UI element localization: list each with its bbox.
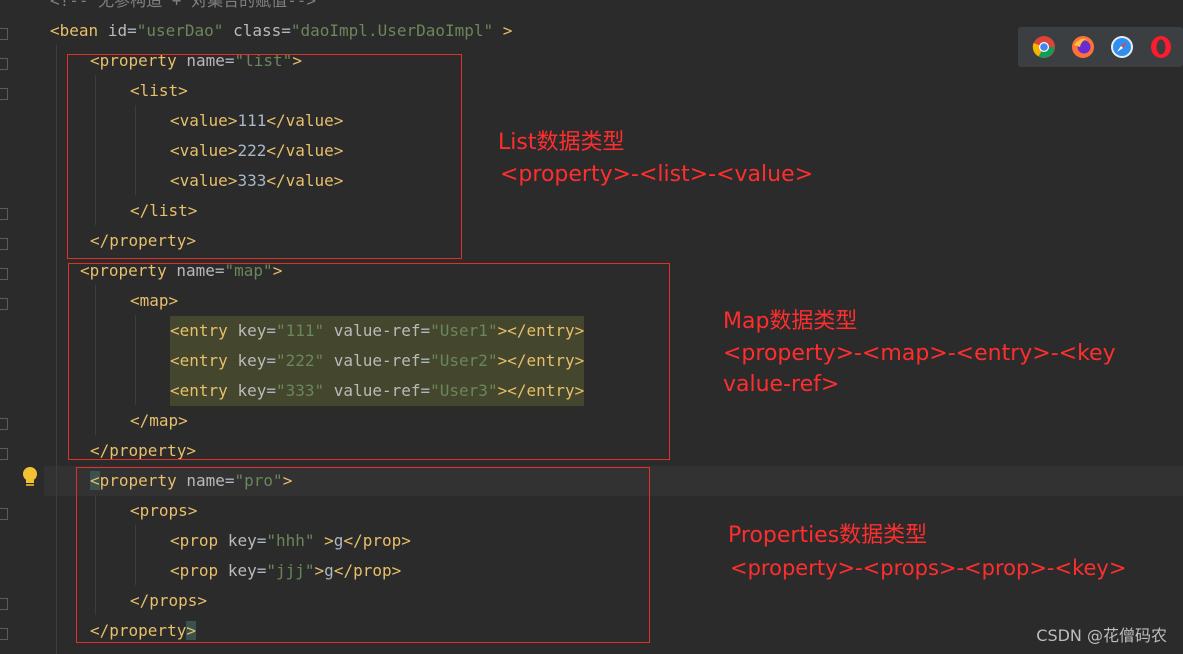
fold-marker-icon[interactable]	[0, 508, 8, 520]
fold-marker-icon[interactable]	[0, 628, 8, 640]
fold-marker-icon[interactable]	[0, 238, 8, 250]
chrome-icon[interactable]	[1032, 35, 1056, 59]
code-comment-line: <!-- 无参构造 + 对集合的赋值-->	[50, 0, 316, 16]
fold-marker-icon[interactable]	[0, 418, 8, 430]
attr-name: class	[233, 21, 282, 40]
attr-value: "userDao"	[136, 21, 224, 40]
map-annotation-path-cont: value-ref>	[723, 372, 840, 397]
browser-preview-bar	[1018, 27, 1183, 67]
opera-icon[interactable]	[1149, 35, 1173, 59]
fold-marker-icon[interactable]	[0, 448, 8, 460]
map-highlight-box	[68, 263, 670, 460]
list-annotation-path: <property>-<list>-<value>	[500, 162, 814, 187]
props-annotation-title: Properties数据类型	[728, 523, 928, 548]
fold-marker-icon[interactable]	[0, 58, 8, 70]
fold-marker-icon[interactable]	[0, 88, 8, 100]
safari-icon[interactable]	[1110, 35, 1134, 59]
fold-marker-icon[interactable]	[0, 28, 8, 40]
map-annotation-title: Map数据类型	[723, 309, 858, 334]
firefox-icon[interactable]	[1071, 35, 1095, 59]
lightbulb-icon[interactable]	[20, 466, 40, 488]
list-annotation-title: List数据类型	[498, 130, 625, 155]
attr-name: id	[107, 21, 128, 40]
code-bean-line: <bean id="userDao" class="daoImpl.UserDa…	[50, 21, 513, 40]
attr-value: "daoImpl.UserDaoImpl"	[290, 21, 494, 40]
fold-marker-icon[interactable]	[0, 208, 8, 220]
tag-end: >	[493, 21, 513, 40]
props-annotation-path: <property>-<props>-<prop>-<key>	[730, 556, 1127, 580]
fold-marker-icon[interactable]	[0, 298, 8, 310]
bean-tag: <bean	[50, 21, 99, 40]
indent-guide	[56, 45, 57, 654]
map-annotation-path: <property>-<map>-<entry>-<key	[723, 341, 1116, 366]
watermark: CSDN @花僧码农	[1036, 626, 1167, 645]
props-highlight-box	[76, 467, 650, 643]
fold-marker-icon[interactable]	[0, 268, 8, 280]
code-comment: <!-- 无参构造 + 对集合的赋值-->	[50, 0, 316, 10]
list-highlight-box	[67, 54, 462, 259]
fold-marker-icon[interactable]	[0, 598, 8, 610]
